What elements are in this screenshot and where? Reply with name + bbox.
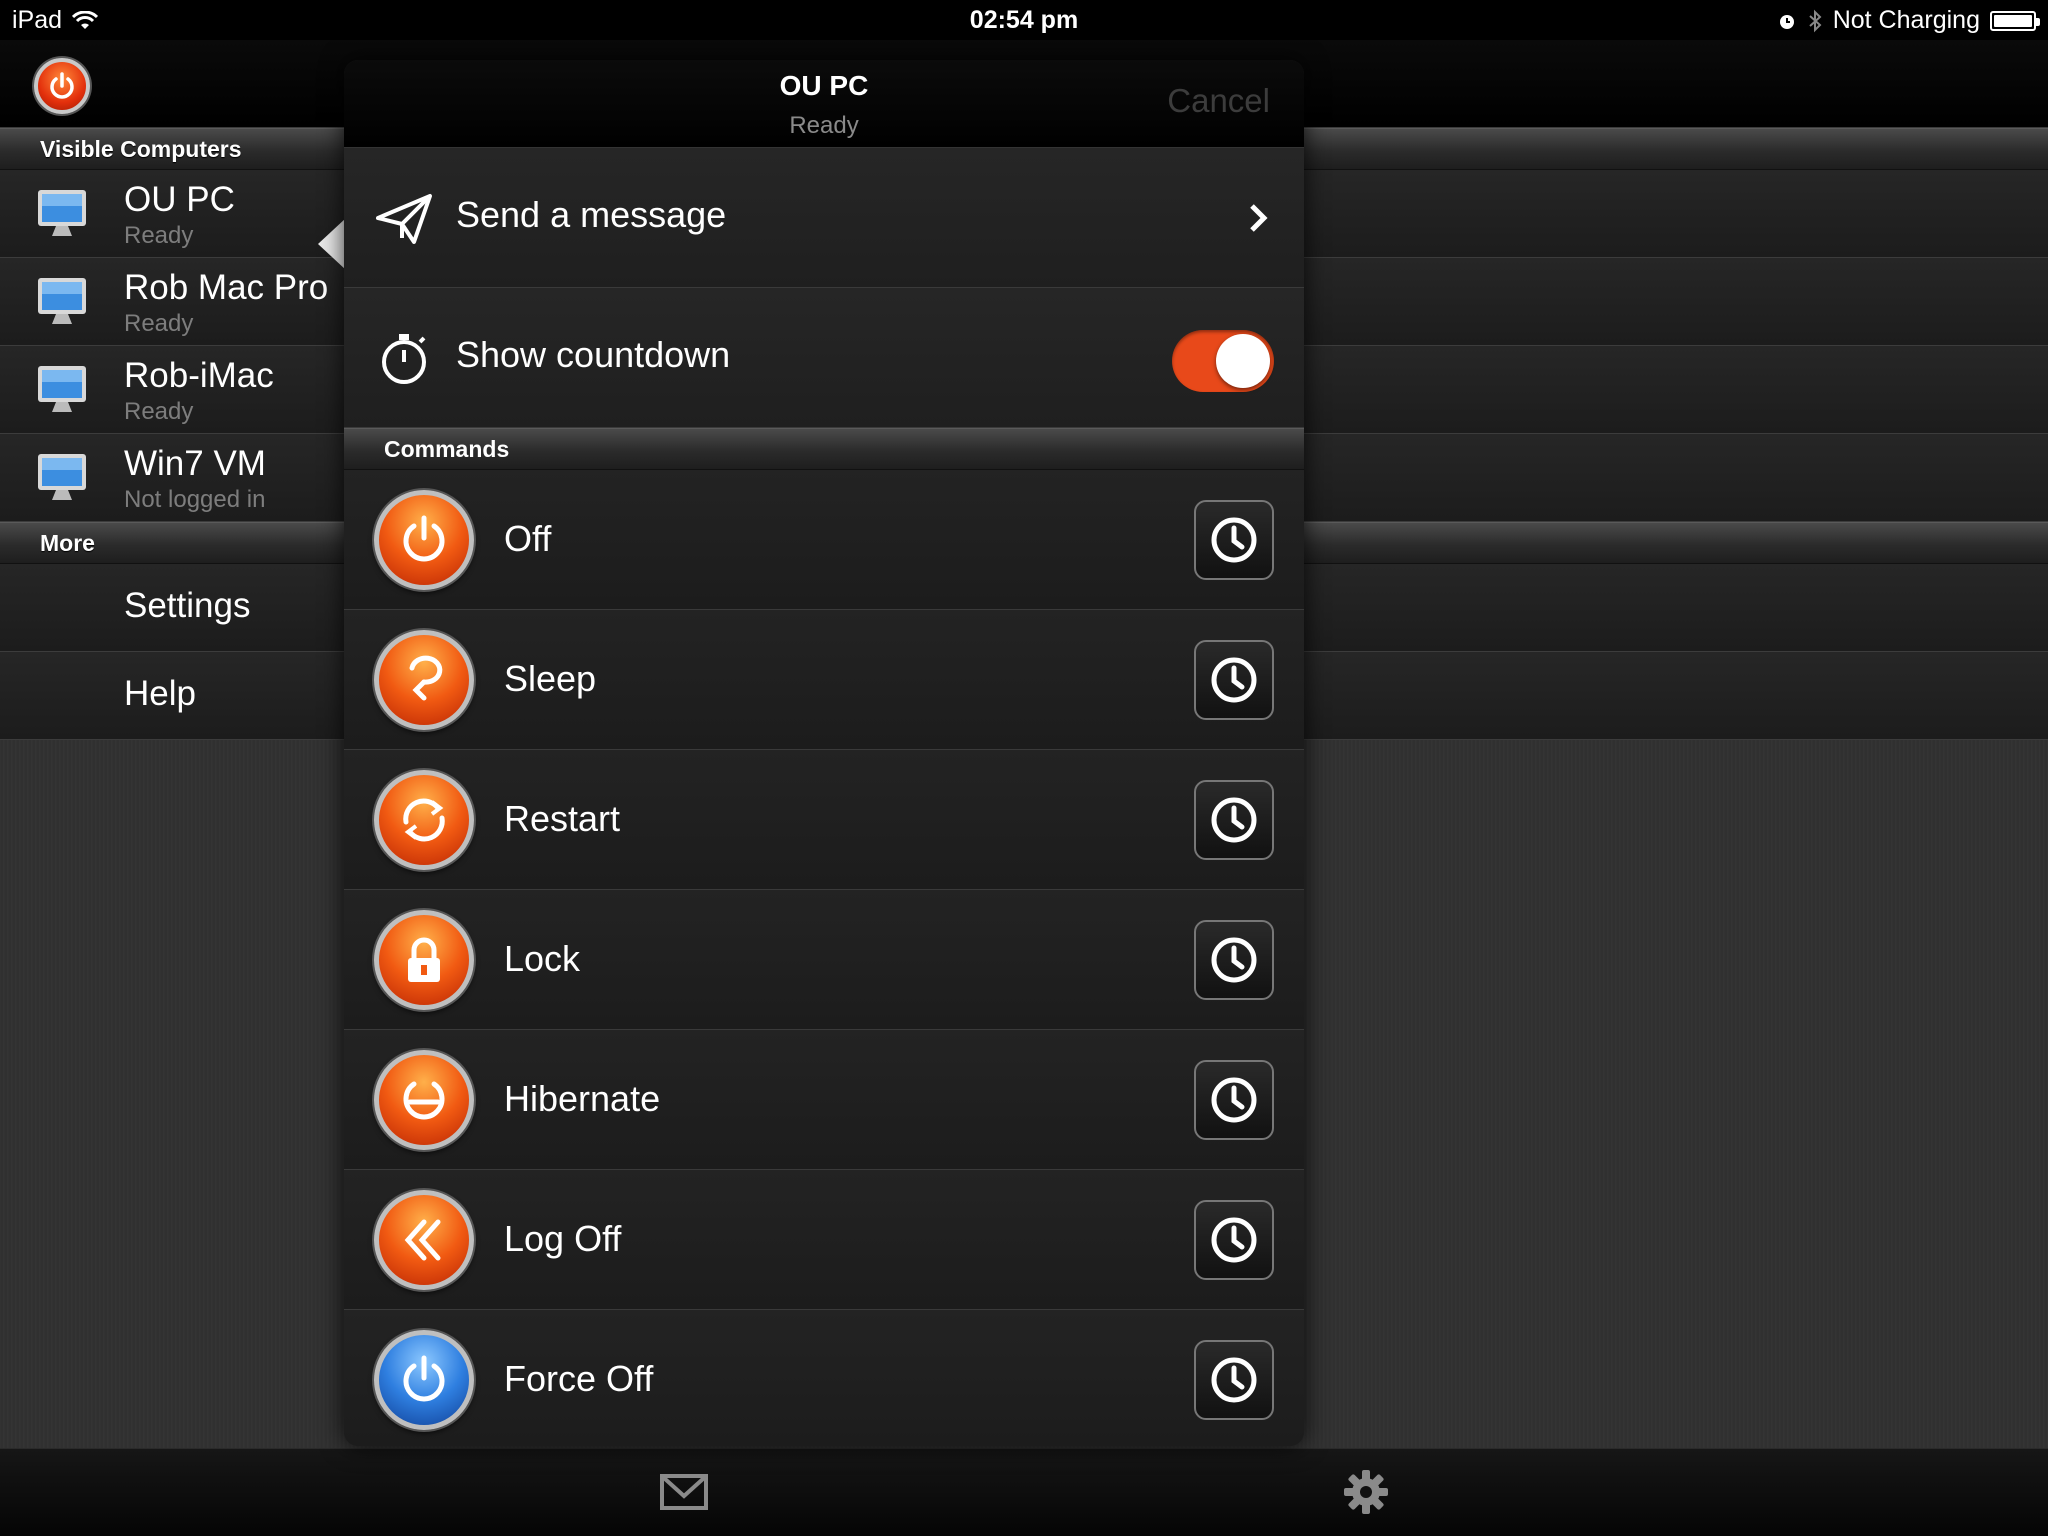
command-label: Sleep bbox=[504, 658, 597, 699]
command-label: Lock bbox=[504, 938, 581, 979]
schedule-restart-button[interactable] bbox=[1194, 780, 1274, 860]
show-countdown-row: Show countdown bbox=[344, 288, 1304, 428]
force-off-button[interactable] bbox=[374, 1330, 474, 1430]
computer-status: Ready bbox=[124, 222, 194, 249]
log-off-button[interactable] bbox=[374, 1190, 474, 1290]
clock-icon bbox=[1211, 937, 1257, 983]
lock-button[interactable] bbox=[374, 910, 474, 1010]
bluetooth-icon bbox=[1809, 9, 1822, 32]
paper-plane-icon bbox=[376, 194, 432, 244]
sleep-button[interactable] bbox=[374, 630, 474, 730]
status-bar: iPad 02:54 pm Not Charging bbox=[0, 0, 2048, 40]
cancel-button[interactable]: Cancel bbox=[1167, 82, 1270, 120]
power-icon bbox=[403, 1355, 445, 1402]
lock-icon bbox=[408, 937, 440, 982]
schedule-hibernate-button[interactable] bbox=[1194, 1060, 1274, 1140]
schedule-force-off-button[interactable] bbox=[1194, 1340, 1274, 1420]
command-row-restart[interactable]: Restart bbox=[344, 750, 1304, 890]
command-row-force-off[interactable]: Force Off bbox=[344, 1310, 1304, 1446]
schedule-off-button[interactable] bbox=[1194, 500, 1274, 580]
help-label: Help bbox=[124, 674, 196, 713]
monitor-icon bbox=[38, 366, 86, 412]
power-icon bbox=[403, 515, 445, 562]
popover-title: OU PC bbox=[779, 70, 869, 101]
computer-status: Not logged in bbox=[124, 486, 266, 513]
command-row-sleep[interactable]: Sleep bbox=[344, 610, 1304, 750]
bottom-toolbar bbox=[0, 1448, 2048, 1536]
gear-icon[interactable] bbox=[1340, 1466, 1392, 1518]
mail-icon[interactable] bbox=[658, 1466, 710, 1518]
monitor-icon bbox=[38, 454, 86, 500]
monitor-icon bbox=[38, 190, 86, 236]
status-right: Not Charging bbox=[1777, 6, 2040, 35]
chevron-right-icon bbox=[1250, 204, 1268, 232]
command-row-off[interactable]: Off bbox=[344, 470, 1304, 610]
clock-icon bbox=[1211, 517, 1257, 563]
command-label: Hibernate bbox=[504, 1078, 661, 1119]
battery-icon bbox=[1990, 10, 2040, 31]
show-countdown-label: Show countdown bbox=[456, 334, 731, 375]
command-label: Restart bbox=[504, 798, 621, 839]
power-icon bbox=[50, 72, 74, 99]
alarm-icon bbox=[1779, 14, 1794, 29]
command-row-lock[interactable]: Lock bbox=[344, 890, 1304, 1030]
command-popover: OU PC Ready Cancel Send a message Show c… bbox=[344, 60, 1304, 1446]
restart-button[interactable] bbox=[374, 770, 474, 870]
clock-icon bbox=[1211, 657, 1257, 703]
schedule-log-off-button[interactable] bbox=[1194, 1200, 1274, 1280]
computer-name: Rob Mac Pro bbox=[124, 268, 329, 307]
computer-name: OU PC bbox=[124, 180, 235, 219]
charging-status: Not Charging bbox=[1832, 6, 1980, 34]
schedule-lock-button[interactable] bbox=[1194, 920, 1274, 1000]
clock-icon bbox=[1211, 1217, 1257, 1263]
clock-icon bbox=[1211, 1077, 1257, 1123]
command-label: Off bbox=[504, 518, 552, 559]
commands-header: Commands bbox=[344, 428, 1304, 470]
computer-status: Ready bbox=[124, 310, 194, 337]
schedule-sleep-button[interactable] bbox=[1194, 640, 1274, 720]
computer-name: Rob-iMac bbox=[124, 356, 274, 395]
command-row-hibernate[interactable]: Hibernate bbox=[344, 1030, 1304, 1170]
hibernate-button[interactable] bbox=[374, 1050, 474, 1150]
log-off-icon bbox=[404, 1219, 441, 1261]
settings-label: Settings bbox=[124, 586, 251, 625]
monitor-icon bbox=[38, 278, 86, 324]
restart-icon bbox=[403, 798, 445, 842]
sleep-icon bbox=[409, 655, 443, 701]
off-button[interactable] bbox=[374, 490, 474, 590]
countdown-toggle[interactable] bbox=[1172, 330, 1274, 392]
app-power-logo-button[interactable] bbox=[34, 58, 90, 114]
popover-subtitle: Ready bbox=[789, 112, 859, 139]
status-time: 02:54 pm bbox=[969, 6, 1079, 34]
toggle-knob bbox=[1216, 334, 1270, 388]
send-message-label: Send a message bbox=[456, 194, 727, 235]
popover-arrow bbox=[318, 218, 346, 270]
command-label: Force Off bbox=[504, 1358, 654, 1399]
clock-icon bbox=[1211, 1357, 1257, 1403]
popover-header: OU PC Ready Cancel bbox=[344, 60, 1304, 148]
command-row-log-off[interactable]: Log Off bbox=[344, 1170, 1304, 1310]
stopwatch-icon bbox=[382, 334, 426, 384]
clock-icon bbox=[1211, 797, 1257, 843]
send-message-row[interactable]: Send a message bbox=[344, 148, 1304, 288]
computer-status: Ready bbox=[124, 398, 194, 425]
command-label: Log Off bbox=[504, 1218, 622, 1259]
hibernate-icon bbox=[403, 1081, 445, 1120]
computer-name: Win7 VM bbox=[124, 444, 266, 483]
